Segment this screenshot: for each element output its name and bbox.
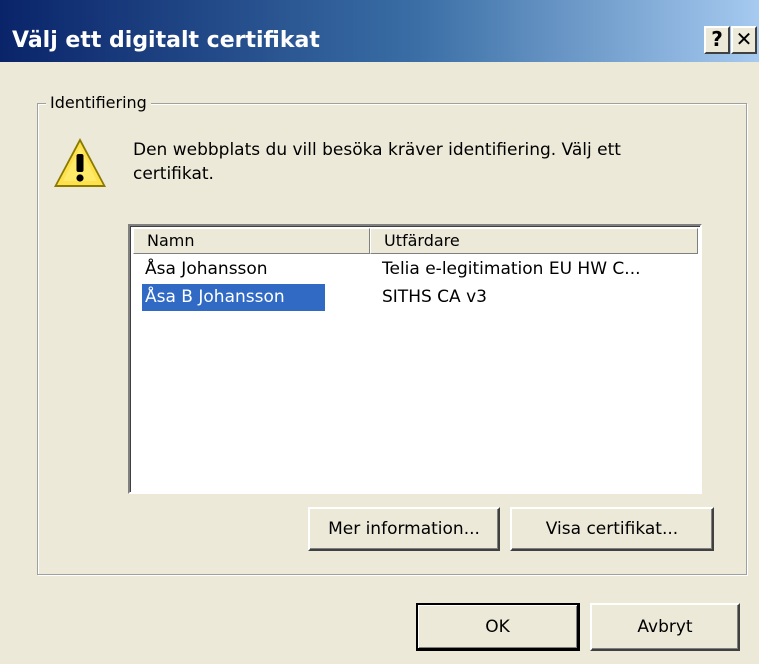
prompt-text: Den webbplats du vill besöka kräver iden… [133,140,621,184]
list-item-selected[interactable]: Åsa B Johansson SITHS CA v3 [130,284,700,311]
view-certificate-button[interactable]: Visa certifikat... [510,507,714,551]
title-bar[interactable]: Välj ett digitalt certifikat ? ✕ [0,0,759,62]
column-header-name[interactable]: Namn [133,228,370,254]
certificate-list[interactable]: Namn Utfärdare Åsa Johansson Telia e-leg… [128,224,702,494]
column-header-name-label: Namn [147,231,195,250]
list-item-name: Åsa B Johansson [142,284,325,311]
group-legend: Identifiering [46,92,151,114]
list-item-issuer: SITHS CA v3 [382,287,487,307]
cancel-button[interactable]: Avbryt [590,603,740,651]
list-item-issuer: Telia e-legitimation EU HW C... [382,259,641,279]
certificate-dialog: Välj ett digitalt certifikat ? ✕ Identif… [0,0,759,664]
help-button[interactable]: ? [704,26,730,54]
column-header-issuer-label: Utfärdare [384,231,460,250]
column-header-issuer[interactable]: Utfärdare [370,228,698,254]
list-item[interactable]: Åsa Johansson Telia e-legitimation EU HW… [130,256,700,283]
close-button[interactable]: ✕ [731,26,757,54]
list-item-name: Åsa Johansson [145,259,268,279]
ok-button[interactable]: OK [416,603,580,651]
warning-icon [54,138,106,187]
more-information-button[interactable]: Mer information... [308,507,500,551]
window-title: Välj ett digitalt certifikat [12,28,320,53]
